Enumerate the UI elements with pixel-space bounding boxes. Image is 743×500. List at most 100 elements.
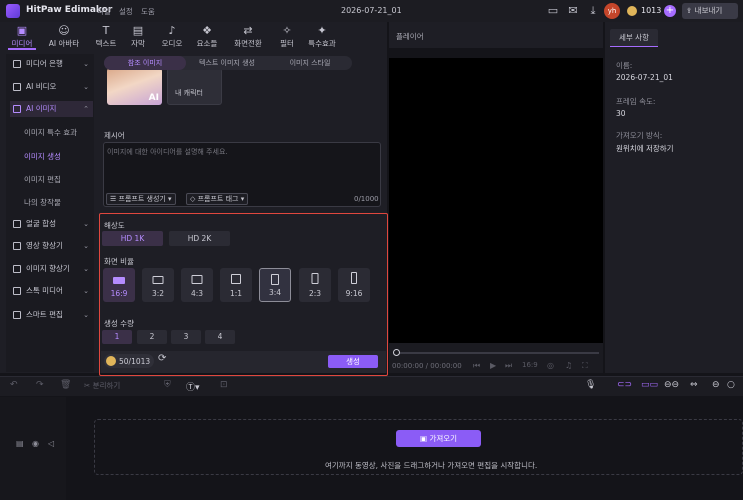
generate-button[interactable]: 생성: [328, 355, 378, 368]
zoom-slider-icon[interactable]: ○: [727, 380, 735, 390]
ai-badge: AI: [148, 93, 159, 103]
text-template-icon[interactable]: Ⓣ▾: [186, 380, 200, 393]
scrubber-handle[interactable]: [393, 349, 400, 356]
link-icon[interactable]: ▭▭: [641, 380, 658, 390]
sidebar-item-stock-media[interactable]: 스톡 미디어 ⌄: [10, 283, 93, 299]
sidebar-item-ai-image[interactable]: AI 이미지 ⌃: [10, 101, 93, 117]
snapshot-icon[interactable]: ◎: [547, 361, 554, 370]
tab-effects[interactable]: ✦ 특수효과: [302, 24, 342, 49]
reference-image-thumbnail[interactable]: AI: [107, 68, 162, 105]
sidebar-item-image-enhancer[interactable]: 이미지 향상기 ⌄: [10, 261, 93, 277]
export-label: 내보내기: [694, 6, 723, 15]
track-audio-icon[interactable]: ◁: [48, 439, 54, 448]
prompt-tag-button[interactable]: ◇ 프롬프트 태그 ▾: [186, 193, 249, 205]
volume-icon[interactable]: ♫: [565, 361, 572, 370]
sidebar-item-face-swap[interactable]: 얼굴 합성 ⌄: [10, 216, 93, 232]
prompt-generator-button[interactable]: ☰ 프롬프트 생성기 ▾: [106, 193, 176, 205]
quantity-label: 생성 수량: [104, 319, 134, 328]
subitem-image-generation[interactable]: 이미지 생성: [24, 151, 61, 162]
prev-frame-icon[interactable]: ⏮: [473, 361, 480, 371]
folder-icon: [13, 60, 21, 68]
tab-filters[interactable]: ✧ 필터: [270, 24, 304, 49]
download-icon[interactable]: ⤓: [586, 4, 600, 18]
audio-icon: ♪: [168, 24, 176, 37]
layout-icon[interactable]: ▭: [546, 4, 560, 18]
player-scrubber[interactable]: [395, 352, 599, 354]
tab-text[interactable]: T 텍스트: [89, 24, 123, 49]
chain-icon[interactable]: ⊖⊖: [664, 380, 679, 390]
quantity-4-button[interactable]: 4: [205, 330, 235, 344]
fullscreen-icon[interactable]: ⛶: [582, 361, 588, 371]
zoom-out-icon[interactable]: ⊖: [712, 380, 720, 390]
quantity-3-button[interactable]: 3: [171, 330, 201, 344]
my-character-card[interactable]: [167, 68, 222, 105]
ratio-1-1-button[interactable]: 1:1: [220, 268, 252, 302]
sidebar-item-media-bank[interactable]: 미디어 은행 ⌄: [10, 56, 93, 72]
resolution-hd2k-button[interactable]: HD 2K: [169, 231, 230, 246]
magnet-icon[interactable]: ⊂⊃: [617, 380, 632, 390]
microphone-icon[interactable]: 🎙: [585, 380, 596, 390]
ratio-16-9-button[interactable]: 16:9: [103, 268, 135, 302]
ratio-3-2-button[interactable]: 3:2: [142, 268, 174, 302]
track-lock-icon[interactable]: ▤: [16, 439, 24, 448]
tab-subtitles[interactable]: ▤ 자막: [121, 24, 155, 49]
chevron-down-icon: ⌄: [83, 242, 89, 250]
delete-icon[interactable]: 🗑: [60, 380, 71, 390]
tab-image-style[interactable]: 이미지 스타일: [268, 56, 352, 70]
tab-details[interactable]: 세부 사항: [610, 29, 658, 46]
player-ratio[interactable]: 16:9: [522, 361, 538, 369]
tab-transitions[interactable]: ⇄ 화면전환: [230, 24, 266, 49]
feedback-icon[interactable]: ✉: [566, 4, 580, 18]
ratio-2-3-button[interactable]: 2:3: [299, 268, 331, 302]
import-button[interactable]: ▣ 가져오기: [396, 430, 481, 447]
tab-reference-image[interactable]: 참조 이미지: [104, 56, 186, 70]
subitem-image-edit[interactable]: 이미지 편집: [24, 174, 61, 185]
ratio-3-4-button[interactable]: 3:4: [259, 268, 291, 302]
quantity-1-button[interactable]: 1: [102, 330, 132, 344]
active-tab-indicator: [8, 48, 36, 50]
prompt-char-count: 0/1000: [354, 195, 379, 203]
shield-icon[interactable]: ⛨: [164, 380, 171, 390]
sidebar-item-video-enhancer[interactable]: 영상 향상기 ⌄: [10, 238, 93, 254]
tab-ai-avatar[interactable]: ☺ AI 아바타: [44, 24, 84, 49]
subitem-my-creations[interactable]: 나의 창작물: [24, 197, 61, 208]
refresh-icon[interactable]: ⟳: [158, 353, 166, 364]
sidebar-item-ai-video[interactable]: AI 비디오 ⌄: [10, 79, 93, 95]
redo-icon[interactable]: ↷: [36, 380, 44, 390]
resolution-hd1k-button[interactable]: HD 1K: [102, 231, 163, 246]
subitem-image-effects[interactable]: 이미지 특수 효과: [24, 127, 77, 138]
menu-file[interactable]: 파일: [97, 6, 111, 17]
play-icon[interactable]: ▶: [490, 361, 496, 370]
next-frame-icon[interactable]: ⏭: [505, 361, 512, 371]
ratio-4-3-button[interactable]: 4:3: [181, 268, 213, 302]
buy-credits-button[interactable]: +: [664, 5, 676, 17]
track-visibility-icon[interactable]: ◉: [32, 439, 39, 448]
export-button[interactable]: ⇪ 내보내기: [682, 3, 738, 19]
ratio-9-16-button[interactable]: 9:16: [338, 268, 370, 302]
tab-elements[interactable]: ❖ 요소들: [190, 24, 224, 49]
tab-audio[interactable]: ♪ 오디오: [155, 24, 189, 49]
import-method-label: 가져오기 방식:: [616, 131, 663, 140]
ratio-3-2-icon: [152, 276, 164, 284]
name-value: 2026-07-21_01: [616, 73, 673, 82]
fps-value: 30: [616, 109, 626, 118]
prompt-label: 제시어: [104, 131, 125, 140]
credit-count: 1013: [641, 6, 662, 15]
sidebar-item-smart-edit[interactable]: 스마트 편집 ⌄: [10, 307, 93, 323]
ratio-4-3-icon: [191, 275, 203, 284]
tab-media[interactable]: ▣ 미디어: [5, 24, 39, 49]
freeze-icon[interactable]: ⊡: [220, 380, 228, 390]
track-header: [0, 397, 66, 500]
quantity-2-button[interactable]: 2: [137, 330, 167, 344]
smart-edit-icon: [13, 311, 21, 319]
fit-icon[interactable]: ⇔: [690, 380, 698, 390]
menu-settings[interactable]: 설정: [119, 6, 133, 17]
menu-help[interactable]: 도움: [141, 6, 155, 17]
player-canvas[interactable]: [389, 58, 603, 343]
subtitles-icon: ▤: [132, 24, 144, 37]
avatar[interactable]: yh: [604, 3, 620, 19]
image-enhancer-icon: [13, 265, 21, 273]
split-button[interactable]: ✂ 분리하기: [84, 380, 120, 391]
undo-icon[interactable]: ↶: [10, 380, 18, 390]
tab-text-to-image[interactable]: 텍스트 이미지 생성: [186, 56, 268, 70]
